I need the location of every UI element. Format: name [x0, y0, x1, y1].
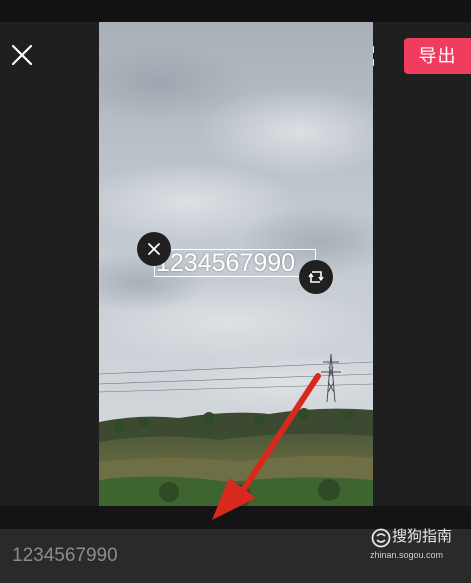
- close-button[interactable]: [10, 43, 34, 67]
- rotate-scale-handle[interactable]: [299, 260, 333, 294]
- status-bar: [0, 0, 471, 22]
- close-icon: [148, 243, 160, 255]
- text-input[interactable]: [12, 542, 312, 570]
- text-sticker[interactable]: 1234567990: [154, 249, 316, 277]
- sogou-watermark: 搜狗指南 zhinan.sogou.com: [370, 525, 470, 565]
- export-button[interactable]: 导出: [404, 38, 471, 74]
- close-icon: [11, 44, 33, 66]
- rotate-scale-icon: [308, 271, 324, 283]
- delete-text-button[interactable]: [137, 232, 171, 266]
- watermark-title: 搜狗指南: [392, 528, 453, 545]
- sogou-logo-icon: [371, 528, 391, 548]
- watermark-url: zhinan.sogou.com: [370, 550, 444, 560]
